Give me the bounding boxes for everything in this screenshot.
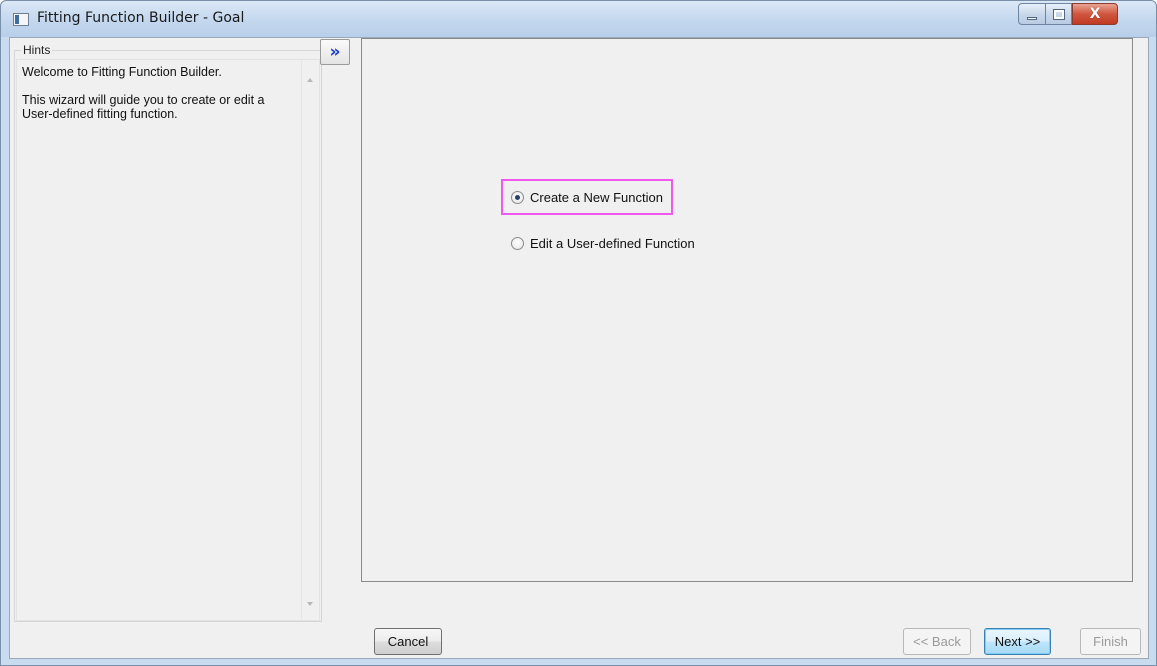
create-new-function-radio[interactable] [511,190,524,204]
minimize-button[interactable] [1018,3,1046,25]
title-bar[interactable]: Fitting Function Builder - Goal X [1,1,1156,37]
close-icon: X [1089,6,1101,22]
double-chevron-right-icon: » [329,42,341,62]
finish-button[interactable]: Finish [1080,628,1141,655]
hints-scrollbar[interactable] [301,60,319,620]
cancel-button[interactable]: Cancel [374,628,442,655]
maximize-button[interactable] [1046,3,1072,25]
back-button[interactable]: << Back [903,628,971,655]
wizard-window: Fitting Function Builder - Goal X Hints … [0,0,1157,666]
scroll-up-arrow-icon[interactable] [307,78,313,82]
edit-user-defined-function-label: Edit a User-defined Function [530,235,695,251]
close-button[interactable]: X [1072,3,1118,25]
next-button[interactable]: Next >> [984,628,1051,655]
hints-paragraph-welcome: Welcome to Fitting Function Builder. [22,65,222,79]
hints-label: Hints [21,43,53,57]
app-window-icon[interactable] [13,13,29,26]
minimize-icon [1027,16,1037,20]
create-new-function-option[interactable]: Create a New Function [501,179,673,215]
window-title: Fitting Function Builder - Goal [37,10,245,26]
hints-paragraph-description: This wizard will guide you to create or … [22,93,265,121]
expand-panel-button[interactable]: » [320,39,350,65]
hints-text-box[interactable]: Welcome to Fitting Function Builder. Thi… [16,59,320,621]
scroll-down-arrow-icon[interactable] [307,602,313,606]
edit-user-defined-function-option[interactable]: Edit a User-defined Function [511,234,695,252]
edit-user-defined-function-radio[interactable] [511,236,524,250]
goal-options-panel [361,38,1133,582]
maximize-icon [1052,8,1065,20]
hints-group: Hints Welcome to Fitting Function Builde… [14,43,322,622]
create-new-function-label: Create a New Function [530,189,663,205]
hints-text: Welcome to Fitting Function Builder. Thi… [22,65,294,135]
